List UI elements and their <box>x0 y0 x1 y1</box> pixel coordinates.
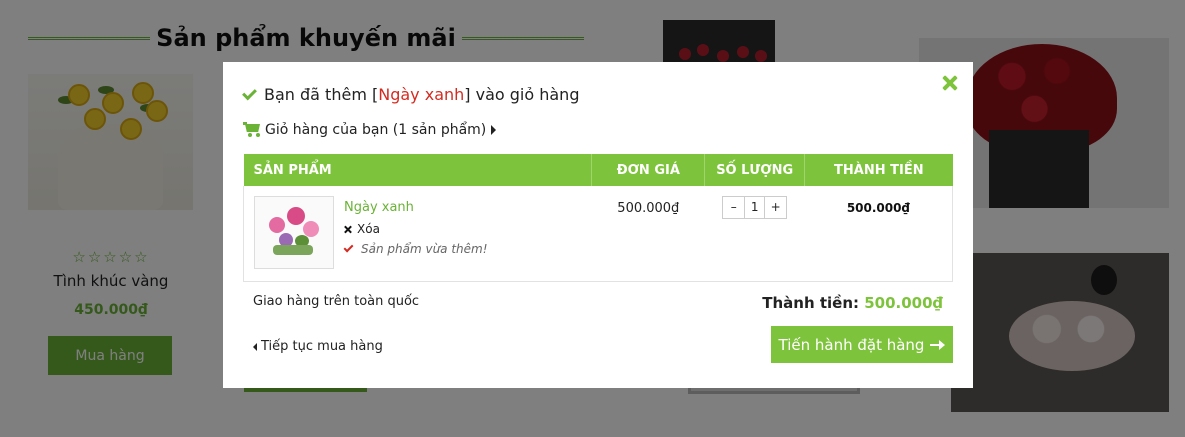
quantity-stepper: – 1 + <box>722 196 788 219</box>
remove-label: Xóa <box>357 222 380 236</box>
added-to-cart-modal: Bạn đã thêm [Ngày xanh] vào giỏ hàng Giỏ… <box>223 62 973 388</box>
header-quantity: SỐ LƯỢNG <box>704 154 806 186</box>
remove-x-icon <box>344 225 353 234</box>
added-suffix: ] vào giỏ hàng <box>464 85 580 104</box>
header-unit-price: ĐƠN GIÁ <box>591 154 706 186</box>
line-total: 500.000₫ <box>846 201 910 215</box>
total-label: Thành tiền: <box>762 294 865 312</box>
product-thumbnail[interactable] <box>254 196 334 269</box>
header-product: SẢN PHẨM <box>243 154 593 186</box>
added-prefix: Bạn đã thêm [ <box>264 85 379 104</box>
remove-item-button[interactable]: Xóa <box>344 222 488 236</box>
cart-summary-link[interactable]: Giỏ hàng của bạn (1 sản phẩm) <box>243 122 497 138</box>
checkout-button[interactable]: Tiến hành đặt hàng <box>771 326 953 363</box>
cart-summary-text: Giỏ hàng của bạn (1 sản phẩm) <box>265 122 487 138</box>
cart-icon <box>243 122 261 138</box>
check-icon <box>242 85 257 100</box>
item-added-note: Sản phẩm vừa thêm! <box>343 242 488 256</box>
grand-total: Thành tiền: 500.000₫ <box>762 294 943 312</box>
cart-table-header: SẢN PHẨM ĐƠN GIÁ SỐ LƯỢNG THÀNH TIỀN <box>243 154 953 186</box>
caret-right-icon <box>491 125 497 135</box>
continue-shopping-link[interactable]: Tiếp tục mua hàng <box>253 339 383 354</box>
close-icon[interactable] <box>941 74 959 92</box>
qty-increase-button[interactable]: + <box>765 197 786 218</box>
item-name-link[interactable]: Ngày xanh <box>344 200 488 215</box>
qty-decrease-button[interactable]: – <box>723 197 744 218</box>
cart-table: SẢN PHẨM ĐƠN GIÁ SỐ LƯỢNG THÀNH TIỀN Ngà… <box>242 154 953 282</box>
cell-product: Ngày xanh Xóa Sản phẩm vừa thêm! <box>242 186 592 282</box>
cell-quantity: – 1 + <box>704 186 805 282</box>
unit-price: 500.000₫ <box>617 201 680 216</box>
total-value: 500.000₫ <box>864 294 943 312</box>
cell-unit-price: 500.000₫ <box>591 186 705 282</box>
header-line-total: THÀNH TIỀN <box>804 154 953 186</box>
qty-input[interactable]: 1 <box>744 197 766 218</box>
check-red-icon <box>343 242 354 253</box>
shipping-note: Giao hàng trên toàn quốc <box>253 294 420 309</box>
added-message: Bạn đã thêm [Ngày xanh] vào giỏ hàng <box>242 85 580 104</box>
table-row: Ngày xanh Xóa Sản phẩm vừa thêm! 500.000… <box>242 186 953 282</box>
checkout-label: Tiến hành đặt hàng <box>778 335 925 354</box>
arrow-right-icon <box>930 339 946 350</box>
cell-line-total: 500.000₫ <box>804 186 953 282</box>
added-product-name: Ngày xanh <box>378 85 465 104</box>
caret-left-icon <box>253 342 257 351</box>
